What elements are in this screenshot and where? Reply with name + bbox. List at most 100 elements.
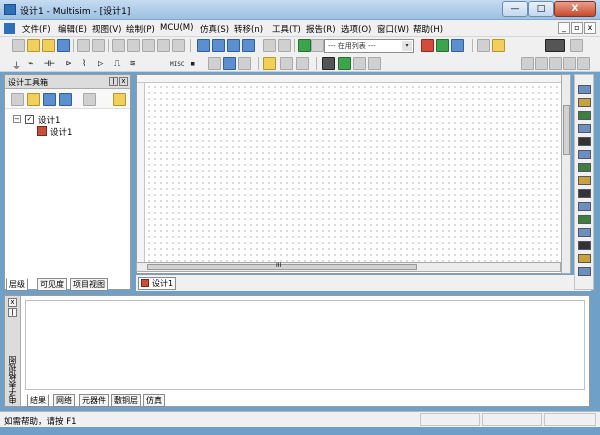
save-icon[interactable] — [57, 39, 70, 52]
basic-component-icon[interactable]: ⌁ — [28, 59, 33, 69]
toolbox-close-button[interactable]: x — [119, 77, 128, 86]
open-folder-icon[interactable] — [27, 39, 40, 52]
new-design-icon[interactable] — [11, 93, 24, 106]
spectrum-analyzer-icon[interactable] — [578, 241, 591, 250]
horizontal-scrollbar[interactable]: III — [136, 262, 561, 272]
transistor-component-icon[interactable]: ⊳ — [66, 59, 71, 69]
redo-icon[interactable] — [172, 39, 185, 52]
electromech-icon[interactable] — [208, 57, 221, 70]
toolbox-pin-button[interactable]: ǀ — [109, 77, 118, 86]
description-box-icon[interactable] — [263, 39, 276, 52]
tab-hierarchy[interactable]: 层级 — [6, 278, 28, 291]
multisim-app-icon[interactable] — [4, 4, 16, 15]
analog-component-icon[interactable]: ⌇ — [82, 59, 86, 69]
probe-icon[interactable] — [263, 57, 276, 70]
stop-simulation-icon[interactable] — [368, 57, 381, 70]
source-component-icon[interactable]: ⏚ — [12, 59, 21, 72]
diode-component-icon[interactable]: ⊣⊢ — [44, 59, 55, 69]
cmos-component-icon[interactable]: ⎍ — [114, 59, 120, 69]
save-design-icon[interactable] — [43, 93, 56, 106]
menu-transfer[interactable]: 转移(n) — [234, 23, 263, 35]
hierarchy-icon[interactable] — [298, 39, 311, 52]
function-generator-icon[interactable] — [578, 98, 591, 107]
tab-project-view[interactable]: 项目视图 — [70, 278, 108, 291]
erc-icon[interactable] — [421, 39, 434, 52]
oscilloscope-icon[interactable] — [578, 124, 591, 133]
zoom-out-icon[interactable] — [535, 57, 548, 70]
minimize-button[interactable]: — — [502, 1, 528, 17]
wire-icon[interactable] — [296, 57, 309, 70]
toggle-view-icon[interactable] — [545, 39, 565, 52]
tab-components[interactable]: 元器件 — [79, 394, 109, 407]
zoom-area-icon[interactable] — [549, 57, 562, 70]
grapher-icon[interactable] — [242, 39, 255, 52]
menu-place[interactable]: 绘制(P) — [126, 23, 155, 35]
document-icon[interactable] — [4, 23, 15, 34]
tree-root-item[interactable]: 设计1 — [38, 114, 60, 126]
in-use-list-dropdown[interactable]: --- 在用列表 --- ▾ — [324, 39, 414, 53]
menu-edit[interactable]: 编辑(E) — [58, 23, 87, 35]
multimeter-icon[interactable] — [578, 85, 591, 94]
delete-design-icon[interactable] — [83, 93, 96, 106]
frequency-counter-icon[interactable] — [578, 163, 591, 172]
close-design-icon[interactable] — [59, 93, 72, 106]
print-preview-icon[interactable] — [92, 39, 105, 52]
settings-icon[interactable] — [322, 57, 335, 70]
menu-tools[interactable]: 工具(T) — [272, 23, 301, 35]
spreadsheet-content[interactable] — [25, 300, 585, 390]
zoom-in-icon[interactable] — [521, 57, 534, 70]
misc-component-icon[interactable]: MISC — [170, 61, 184, 68]
design-toolbox-icon[interactable] — [197, 39, 210, 52]
horizontal-scroll-thumb[interactable]: III — [147, 262, 417, 270]
tab-visibility[interactable]: 可见度 — [37, 278, 67, 291]
word-generator-icon[interactable] — [578, 176, 591, 185]
tab-copper-layers[interactable]: 敷铜层 — [111, 394, 141, 407]
undo-icon[interactable] — [157, 39, 170, 52]
menu-window[interactable]: 窗口(W) — [377, 23, 409, 35]
tab-results[interactable]: 结果 — [27, 394, 49, 407]
settings-gear-icon[interactable] — [113, 93, 126, 106]
spreadsheet-pin-button[interactable]: ǀ — [8, 308, 17, 317]
power-component-icon[interactable] — [238, 57, 251, 70]
new-file-icon[interactable] — [12, 39, 25, 52]
bode-plotter-icon[interactable] — [578, 150, 591, 159]
mdi-minimize-button[interactable]: _ — [558, 22, 570, 34]
vertical-scrollbar[interactable] — [561, 74, 571, 274]
run-simulation-icon[interactable] — [338, 57, 351, 70]
ttl-component-icon[interactable]: ▷ — [98, 59, 103, 69]
forward-annotate-icon[interactable] — [451, 39, 464, 52]
close-button[interactable]: X — [554, 1, 596, 17]
pause-simulation-icon[interactable] — [353, 57, 366, 70]
component-wizard-icon[interactable] — [311, 39, 324, 52]
spreadsheet-icon[interactable] — [212, 39, 225, 52]
schematic-canvas[interactable] — [136, 74, 571, 274]
logic-analyzer-icon[interactable] — [578, 189, 591, 198]
distortion-analyzer-icon[interactable] — [578, 228, 591, 237]
wattmeter-icon[interactable] — [578, 111, 591, 120]
schematic-grid[interactable] — [146, 84, 566, 264]
measurement-probe-icon[interactable] — [578, 267, 591, 276]
menu-options[interactable]: 选项(O) — [341, 23, 371, 35]
help-icon[interactable] — [492, 39, 505, 52]
tile-window-icon[interactable] — [570, 39, 583, 52]
print-icon[interactable] — [77, 39, 90, 52]
mdi-restore-button[interactable]: ▫ — [571, 22, 583, 34]
menu-reports[interactable]: 报告(R) — [306, 23, 336, 35]
mdi-close-button[interactable]: x — [584, 22, 596, 34]
back-annotate-icon[interactable] — [436, 39, 449, 52]
open-design-icon[interactable] — [27, 93, 40, 106]
breadboard-icon[interactable] — [278, 39, 291, 52]
maximize-button[interactable]: □ — [528, 1, 554, 17]
document-tab[interactable]: 设计1 — [138, 277, 176, 290]
vertical-scroll-thumb[interactable] — [563, 105, 570, 155]
tree-child-item[interactable]: 设计1 — [50, 126, 72, 138]
logic-converter-icon[interactable] — [578, 202, 591, 211]
database-manager-icon[interactable] — [227, 39, 240, 52]
menu-file[interactable]: 文件(F) — [22, 23, 51, 35]
four-channel-oscilloscope-icon[interactable] — [578, 137, 591, 146]
iv-analyzer-icon[interactable] — [578, 215, 591, 224]
tab-simulation[interactable]: 仿真 — [143, 394, 165, 407]
zoom-fit-icon[interactable] — [563, 57, 576, 70]
full-screen-icon[interactable] — [577, 57, 590, 70]
paste-icon[interactable] — [142, 39, 155, 52]
